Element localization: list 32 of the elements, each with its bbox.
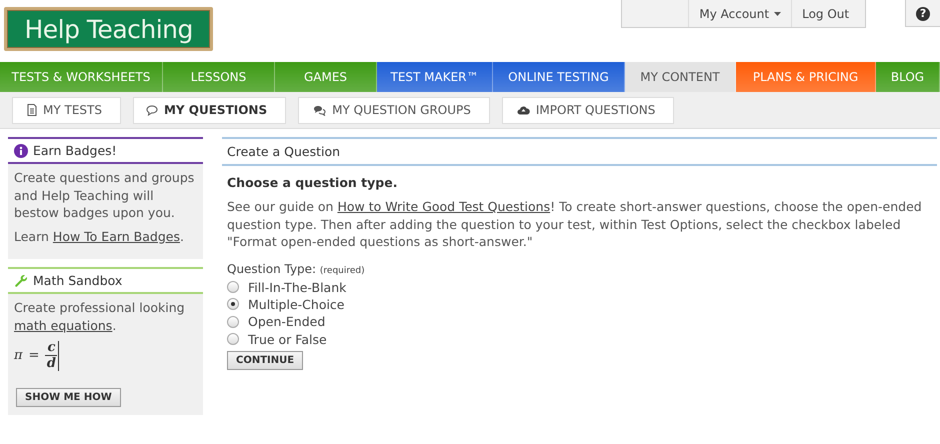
intro-paragraph: See our guide on How to Write Good Test Questions! To create short-answer questions, choose the open-ended question type. Then after adding the question to your test, within Test Options, select the checkbox labeled "Format open-ended questions as short-answer."	[227, 198, 923, 250]
show-me-how-button[interactable]: SHOW ME HOW	[16, 388, 121, 407]
sub-tab[interactable]: IMPORT QUESTIONS	[502, 96, 674, 124]
sub-tab[interactable]: MY TESTS	[12, 96, 121, 124]
radio-option[interactable]: True or False	[227, 330, 932, 348]
fraction: c d	[45, 340, 58, 371]
radio-option[interactable]: Open-Ended	[227, 313, 932, 330]
nav-tab[interactable]: ONLINE TESTING	[493, 62, 625, 92]
sub-tab[interactable]: MY QUESTION GROUPS	[298, 96, 490, 124]
heading: Choose a question type.	[227, 175, 398, 190]
equation-symbol: π	[14, 348, 23, 363]
sub-tab[interactable]: MY QUESTIONS	[132, 96, 286, 124]
logo[interactable]: Help Teaching	[4, 7, 214, 51]
equation-symbol: =	[28, 348, 40, 363]
panel-text: Create questions and groups and Help Teaching will bestow badges upon you.	[14, 169, 196, 222]
section-title: Create a Question	[227, 144, 340, 159]
radio-option[interactable]: Fill-In-The-Blank	[227, 278, 932, 296]
nav-tab[interactable]: TEST MAKER™	[377, 62, 493, 92]
panel-title: Earn Badges!	[33, 143, 117, 158]
nav-tab[interactable]: MY CONTENT	[625, 62, 736, 92]
earn-badges-link[interactable]: How To Earn Badges	[52, 228, 180, 244]
field-label: Question Type: (required)	[227, 262, 366, 276]
panel-title: Math Sandbox	[33, 273, 122, 288]
help-button[interactable]: ?	[905, 0, 940, 27]
continue-button[interactable]: CONTINUE	[227, 350, 304, 370]
panel-text: Learn How To Earn Badges.	[14, 228, 185, 245]
account-link[interactable]: My Account	[689, 0, 792, 27]
account-link[interactable]: Log Out	[792, 0, 866, 27]
panel-text: Create professional looking math equations.	[14, 299, 186, 334]
guide-link[interactable]: How to Write Good Test Questions	[337, 199, 550, 214]
radio-option[interactable]: Multiple-Choice	[227, 296, 932, 314]
math-equations-link[interactable]: math equations	[14, 318, 112, 332]
